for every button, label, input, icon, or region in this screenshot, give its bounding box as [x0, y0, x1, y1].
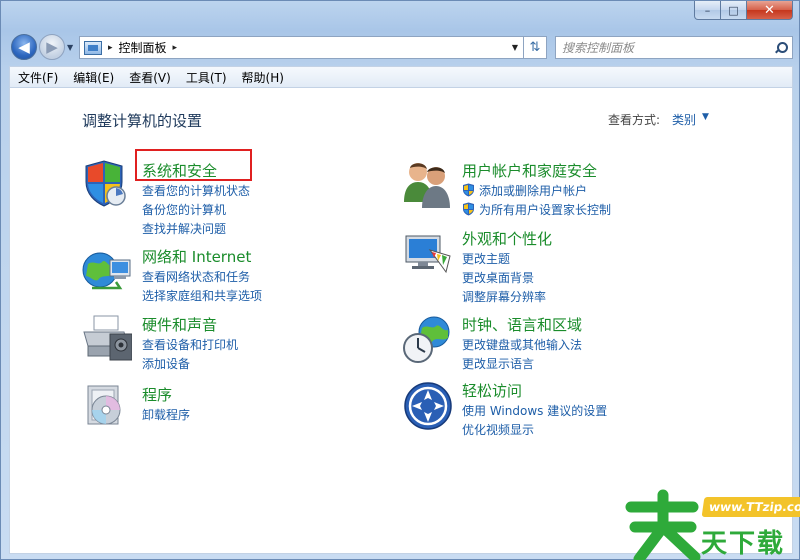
forward-button[interactable]: ▶ [39, 34, 65, 60]
back-button[interactable]: ◀ [11, 34, 37, 60]
search-icon[interactable] [774, 41, 788, 54]
category-appearance: 外观和个性化 更改主题 更改桌面背景 调整屏幕分辨率 [462, 228, 762, 308]
category-title-ease-of-access[interactable]: 轻松访问 [462, 380, 522, 401]
link-parental-controls-label[interactable]: 为所有用户设置家长控制 [479, 203, 611, 217]
link-view-computer-status[interactable]: 查看您的计算机状态 [142, 182, 250, 199]
link-network-status[interactable]: 查看网络状态和任务 [142, 268, 250, 285]
breadcrumb-separator[interactable]: ▸ [108, 43, 113, 53]
highlight-box [135, 149, 252, 181]
menu-view[interactable]: 查看(V) [129, 69, 171, 86]
maximize-button[interactable]: □ [721, 1, 747, 20]
link-screen-resolution[interactable]: 调整屏幕分辨率 [462, 288, 546, 305]
watermark-url: www.TTzip.com [701, 497, 800, 517]
link-change-display-language[interactable]: 更改显示语言 [462, 355, 534, 372]
caption-buttons: – □ ✕ [694, 1, 793, 20]
category-title-hardware-sound[interactable]: 硬件和声音 [142, 314, 217, 335]
view-by-dropdown[interactable]: 类别 [672, 111, 696, 128]
menu-help[interactable]: 帮助(H) [242, 69, 284, 86]
category-user-accounts: 用户帐户和家庭安全 添加或删除用户帐户 为所有用户设置家长控制 [462, 160, 762, 220]
refresh-button[interactable]: ⇅ [523, 36, 547, 59]
users-icon [404, 163, 450, 208]
link-parental-controls[interactable]: 为所有用户设置家长控制 [462, 201, 611, 218]
link-devices-printers[interactable]: 查看设备和打印机 [142, 336, 238, 353]
window-frame: – □ ✕ ◀ ▶ ▼ ▸ 控制面板 ▸ ▼ ⇅ 搜索控制面板 文件(F) 编辑… [0, 0, 800, 560]
monitor-palette-icon [405, 235, 451, 274]
link-backup-computer[interactable]: 备份您的计算机 [142, 201, 226, 218]
clock-globe-icon [403, 316, 450, 363]
shield-flag-icon [85, 160, 126, 207]
address-dropdown-icon[interactable]: ▼ [512, 43, 518, 52]
menu-bar: 文件(F) 编辑(E) 查看(V) 工具(T) 帮助(H) [9, 66, 793, 88]
category-title-user-accounts[interactable]: 用户帐户和家庭安全 [462, 160, 597, 181]
category-ease-of-access: 轻松访问 使用 Windows 建议的设置 优化视频显示 [462, 380, 762, 440]
uac-shield-icon [463, 202, 474, 216]
refresh-icon: ⇅ [529, 40, 541, 55]
arrow-right-icon: ▶ [46, 38, 58, 56]
category-title-appearance[interactable]: 外观和个性化 [462, 228, 552, 249]
menu-file[interactable]: 文件(F) [18, 69, 58, 86]
category-title-clock-language[interactable]: 时钟、语言和区域 [462, 314, 582, 335]
link-change-input-method[interactable]: 更改键盘或其他输入法 [462, 336, 582, 353]
link-optimize-display[interactable]: 优化视频显示 [462, 421, 534, 438]
category-title-network-internet[interactable]: 网络和 Internet [142, 246, 251, 267]
recent-pages-dropdown[interactable]: ▼ [67, 43, 73, 52]
category-programs: 程序 卸载程序 [142, 384, 382, 424]
breadcrumb-separator-2[interactable]: ▸ [173, 43, 178, 53]
uac-shield-icon [463, 183, 474, 197]
close-button[interactable]: ✕ [747, 1, 793, 20]
navigation-bar: ◀ ▶ ▼ ▸ 控制面板 ▸ ▼ ⇅ 搜索控制面板 [9, 33, 793, 61]
minimize-button[interactable]: – [694, 1, 721, 20]
link-add-remove-accounts[interactable]: 添加或删除用户帐户 [462, 182, 587, 199]
ease-of-access-icon [404, 382, 452, 430]
category-clock-language: 时钟、语言和区域 更改键盘或其他输入法 更改显示语言 [462, 314, 762, 374]
view-by-label: 查看方式: [608, 113, 661, 127]
page-title: 调整计算机的设置 [82, 112, 203, 130]
category-title-programs[interactable]: 程序 [142, 384, 172, 405]
watermark-text: 天下载 [701, 529, 786, 559]
link-uninstall-program[interactable]: 卸载程序 [142, 406, 190, 423]
link-add-remove-accounts-label[interactable]: 添加或删除用户帐户 [479, 184, 587, 198]
link-change-background[interactable]: 更改桌面背景 [462, 269, 534, 286]
menu-tools[interactable]: 工具(T) [186, 69, 227, 86]
address-bar[interactable]: ▸ 控制面板 ▸ ▼ [79, 36, 525, 59]
printer-icon [83, 315, 132, 361]
link-troubleshoot[interactable]: 查找并解决问题 [142, 220, 226, 237]
arrow-left-icon: ◀ [18, 38, 30, 56]
link-windows-recommended[interactable]: 使用 Windows 建议的设置 [462, 402, 607, 419]
menu-edit[interactable]: 编辑(E) [73, 69, 114, 86]
search-box[interactable]: 搜索控制面板 [555, 36, 793, 59]
link-homegroup-sharing[interactable]: 选择家庭组和共享选项 [142, 287, 262, 304]
link-change-theme[interactable]: 更改主题 [462, 250, 510, 267]
breadcrumb-control-panel[interactable]: 控制面板 [119, 39, 167, 56]
category-network-internet: 网络和 Internet 查看网络状态和任务 选择家庭组和共享选项 [142, 246, 382, 306]
content-pane: 调整计算机的设置 查看方式: 类别 ▼ 系统和安全 查看您的计算机状态 备份您的… [9, 88, 793, 554]
search-placeholder: 搜索控制面板 [562, 41, 635, 55]
link-add-device[interactable]: 添加设备 [142, 355, 190, 372]
category-hardware-sound: 硬件和声音 查看设备和打印机 添加设备 [142, 314, 382, 374]
program-disc-icon [87, 385, 121, 425]
chevron-down-icon[interactable]: ▼ [702, 112, 709, 122]
control-panel-icon [84, 40, 102, 55]
network-globe-icon [82, 252, 131, 290]
